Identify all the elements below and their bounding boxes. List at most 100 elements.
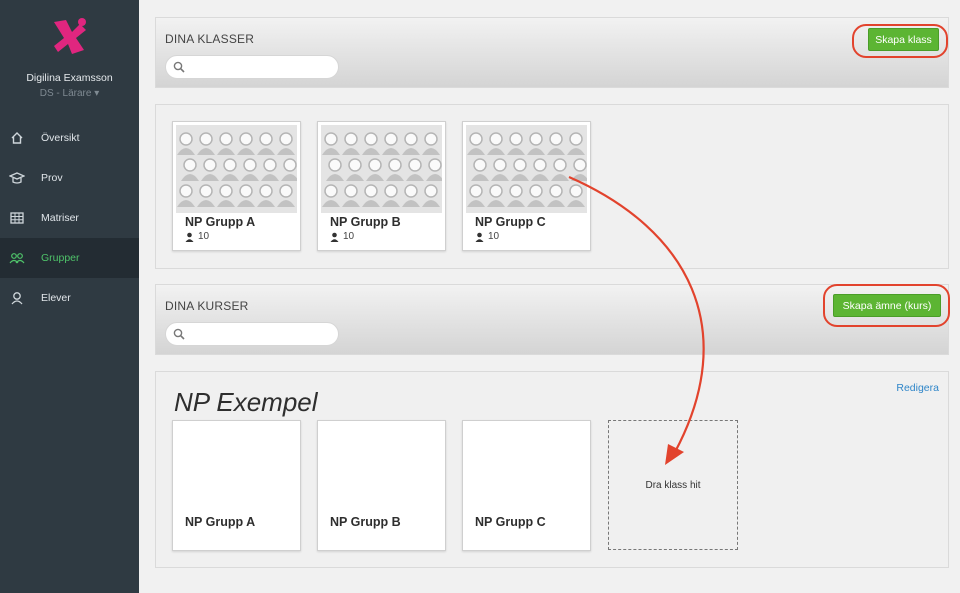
person-silhouette xyxy=(507,132,525,155)
courses-title: DINA KURSER xyxy=(165,299,249,313)
person-silhouette xyxy=(402,184,420,207)
student-icon xyxy=(330,232,339,242)
person-silhouette xyxy=(386,158,404,181)
course-group-name: NP Grupp C xyxy=(475,515,546,529)
table-icon xyxy=(9,210,25,226)
class-card[interactable]: NP Grupp A 10 xyxy=(172,121,301,251)
highlight-ring xyxy=(823,284,950,327)
person-silhouette xyxy=(322,132,340,155)
classes-list: NP Grupp A 10 NP Grupp B 10 NP Grupp C 1… xyxy=(155,104,949,269)
class-name: NP Grupp C xyxy=(475,215,546,229)
person-silhouette xyxy=(467,132,485,155)
class-name: NP Grupp B xyxy=(330,215,401,229)
sidebar-item-label: Elever xyxy=(41,292,71,304)
sidebar-item-label: Översikt xyxy=(41,132,80,144)
course-group-card[interactable]: NP Grupp C xyxy=(462,420,591,551)
sidebar-item-elever[interactable]: Elever xyxy=(0,278,139,318)
classes-title: DINA KLASSER xyxy=(165,32,255,46)
person-silhouette xyxy=(221,158,239,181)
class-card[interactable]: NP Grupp B 10 xyxy=(317,121,446,251)
person-silhouette xyxy=(257,184,275,207)
user-name: Digilina Examsson xyxy=(26,72,113,84)
person-silhouette xyxy=(406,158,424,181)
sidebar-item-grupper[interactable]: Grupper xyxy=(0,238,139,278)
class-student-count: 10 xyxy=(488,231,500,242)
search-icon xyxy=(173,61,185,73)
person-silhouette xyxy=(181,158,199,181)
person-silhouette xyxy=(402,132,420,155)
person-silhouette xyxy=(237,184,255,207)
person-silhouette xyxy=(471,158,489,181)
person-silhouette xyxy=(177,184,195,207)
person-silhouette xyxy=(217,184,235,207)
class-name: NP Grupp A xyxy=(185,215,256,229)
person-silhouette xyxy=(382,132,400,155)
person-silhouette xyxy=(527,184,545,207)
logo-icon xyxy=(54,18,86,54)
highlight-ring xyxy=(852,24,948,58)
course-panel: NP Exempel Redigera NP Grupp A NP Grupp … xyxy=(155,371,949,568)
home-icon xyxy=(9,130,25,146)
person-silhouette xyxy=(527,132,545,155)
user-icon xyxy=(9,290,25,306)
person-silhouette xyxy=(217,132,235,155)
sidebar-item-matriser[interactable]: Matriser xyxy=(0,198,139,238)
person-silhouette xyxy=(346,158,364,181)
sidebar-item-label: Matriser xyxy=(41,212,79,224)
person-silhouette xyxy=(197,132,215,155)
user-role-dropdown[interactable]: DS - Lärare ▾ xyxy=(0,88,139,99)
person-silhouette xyxy=(422,184,440,207)
person-silhouette xyxy=(531,158,549,181)
person-silhouette xyxy=(382,184,400,207)
classes-search-input[interactable] xyxy=(190,59,330,75)
courses-search[interactable] xyxy=(165,322,339,346)
person-silhouette xyxy=(547,132,565,155)
person-silhouette xyxy=(422,132,440,155)
class-thumbnail xyxy=(176,125,299,213)
person-silhouette xyxy=(571,158,589,181)
person-silhouette xyxy=(487,184,505,207)
edit-course-link[interactable]: Redigera xyxy=(896,382,939,394)
class-student-count: 10 xyxy=(198,231,210,242)
graduation-cap-icon xyxy=(9,170,25,186)
course-group-name: NP Grupp B xyxy=(330,515,401,529)
course-group-card[interactable]: NP Grupp B xyxy=(317,420,446,551)
sidebar-item-oversikt[interactable]: Översikt xyxy=(0,118,139,158)
person-silhouette xyxy=(362,184,380,207)
course-group-name: NP Grupp A xyxy=(185,515,256,529)
person-silhouette xyxy=(241,158,259,181)
person-silhouette xyxy=(261,158,279,181)
person-silhouette xyxy=(322,184,340,207)
person-silhouette xyxy=(366,158,384,181)
search-icon xyxy=(173,328,185,340)
person-silhouette xyxy=(201,158,219,181)
sidebar-item-label: Prov xyxy=(41,172,63,184)
person-silhouette xyxy=(426,158,444,181)
sidebar-item-prov[interactable]: Prov xyxy=(0,158,139,198)
class-dropzone[interactable]: Dra klass hit xyxy=(608,420,738,550)
person-silhouette xyxy=(197,184,215,207)
class-card[interactable]: NP Grupp C 10 xyxy=(462,121,591,251)
classes-header: DINA KLASSER Skapa klass xyxy=(155,17,949,88)
courses-search-input[interactable] xyxy=(190,326,330,342)
person-silhouette xyxy=(567,184,585,207)
sidebar: Digilina Examsson DS - Lärare ▾ Översikt… xyxy=(0,0,139,593)
course-title: NP Exempel xyxy=(174,387,318,417)
courses-header: DINA KURSER Skapa ämne (kurs) xyxy=(155,284,950,355)
person-silhouette xyxy=(487,132,505,155)
course-group-card[interactable]: NP Grupp A xyxy=(172,420,301,551)
person-silhouette xyxy=(277,132,295,155)
person-silhouette xyxy=(507,184,525,207)
class-thumbnail xyxy=(321,125,444,213)
person-silhouette xyxy=(362,132,380,155)
person-silhouette xyxy=(326,158,344,181)
sidebar-nav: Översikt Prov Matriser Grupper Elever xyxy=(0,118,139,318)
person-silhouette xyxy=(281,158,299,181)
person-silhouette xyxy=(342,132,360,155)
class-student-count: 10 xyxy=(343,231,355,242)
person-silhouette xyxy=(342,184,360,207)
classes-search[interactable] xyxy=(165,55,339,79)
person-silhouette xyxy=(237,132,255,155)
dropzone-label: Dra klass hit xyxy=(645,479,701,491)
person-silhouette xyxy=(467,184,485,207)
